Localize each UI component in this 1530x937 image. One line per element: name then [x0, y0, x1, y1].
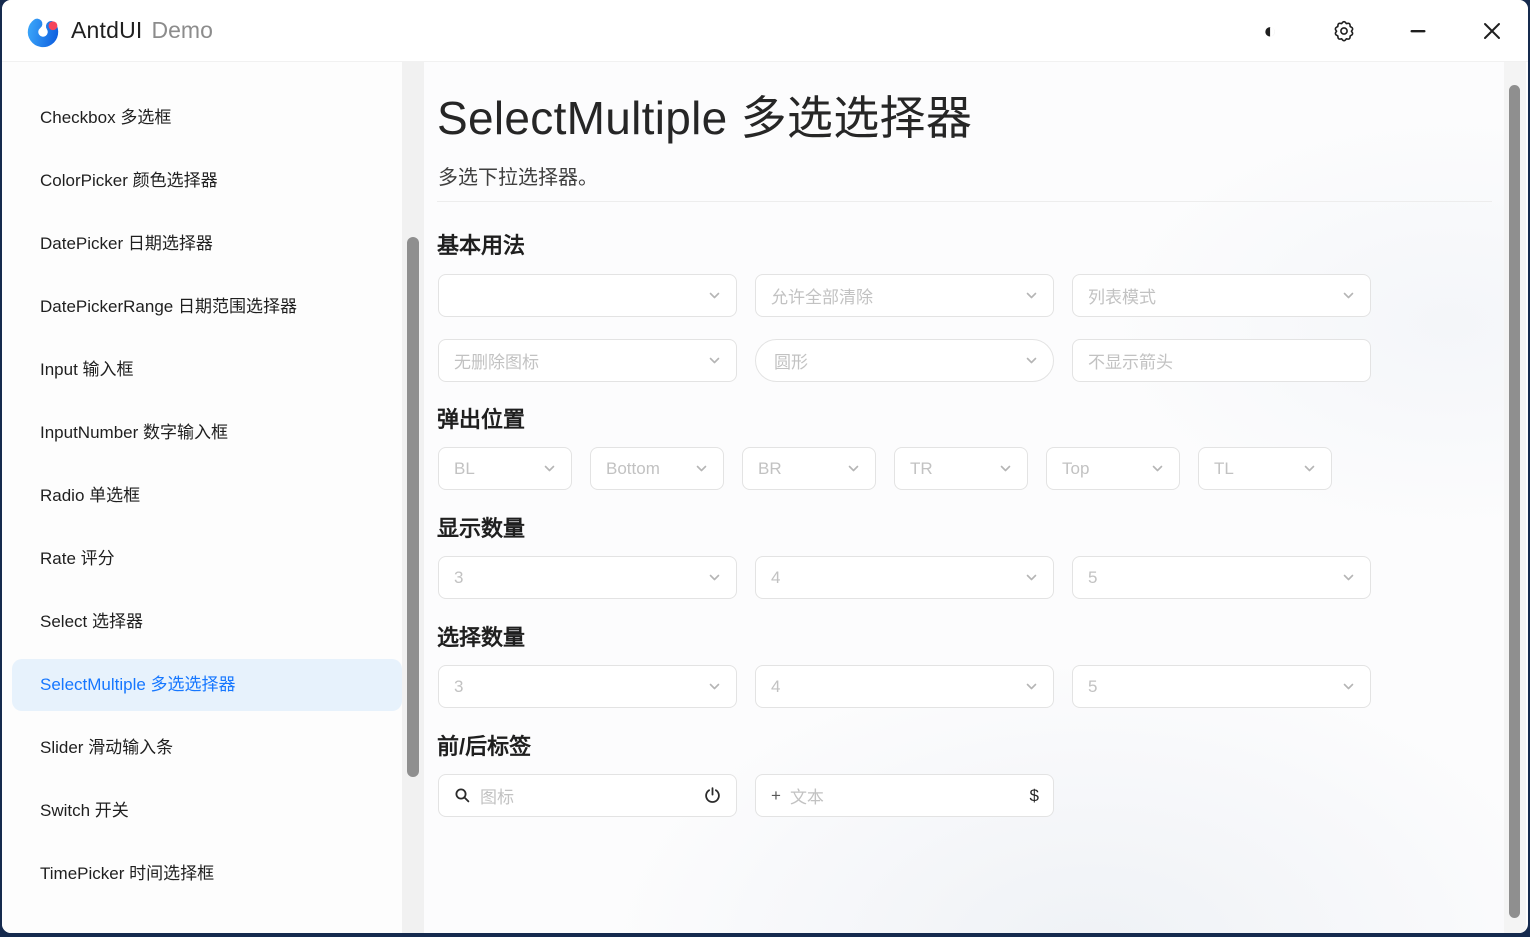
sidebar-scrollbar-thumb[interactable]	[407, 237, 419, 777]
chevron-down-icon	[1024, 353, 1039, 368]
chevron-down-icon	[1302, 461, 1317, 476]
chevron-down-icon	[1024, 679, 1039, 694]
select-placement-bottom[interactable]: Bottom	[590, 447, 724, 490]
close-icon[interactable]	[1468, 7, 1516, 55]
page-title: SelectMultiple 多选选择器	[437, 82, 972, 148]
select-display-count-4[interactable]: 4	[755, 556, 1054, 599]
section-title-affix: 前/后标签	[437, 729, 531, 761]
titlebar-controls: ◐	[1246, 7, 1516, 55]
page-description: 多选下拉选择器。	[438, 161, 598, 190]
antdui-logo-icon	[24, 12, 62, 50]
settings-gear-icon[interactable]	[1320, 7, 1368, 55]
sidebar-item-datepickerrange[interactable]: DatePickerRange 日期范围选择器	[2, 281, 402, 333]
sidebar-item-datepicker[interactable]: DatePicker 日期选择器	[2, 218, 402, 270]
sidebar-item-timepicker[interactable]: TimePicker 时间选择框	[2, 848, 402, 900]
sidebar-item-radio[interactable]: Radio 单选框	[2, 470, 402, 522]
sidebar-item-selectmultiple[interactable]: SelectMultiple 多选选择器	[12, 659, 402, 711]
suffix-dollar-label: $	[1030, 786, 1039, 806]
section-title-placement: 弹出位置	[437, 402, 525, 434]
chevron-down-icon	[707, 288, 722, 303]
sidebar: Checkbox 多选框 ColorPicker 颜色选择器 DatePicke…	[2, 62, 402, 933]
select-no-delete-icon[interactable]: 无删除图标	[438, 339, 737, 382]
chevron-down-icon	[707, 353, 722, 368]
select-basic-default[interactable]	[438, 274, 737, 317]
app-window: AntdUI Demo ◐ Checkbox 多选框 ColorPicke	[2, 0, 1528, 933]
titlebar: AntdUI Demo ◐	[2, 0, 1528, 62]
chevron-down-icon	[1341, 570, 1356, 585]
chevron-down-icon	[542, 461, 557, 476]
section-title-display-count: 显示数量	[437, 511, 525, 543]
sidebar-item-select[interactable]: Select 选择器	[2, 596, 402, 648]
chevron-down-icon	[846, 461, 861, 476]
section-title-select-count: 选择数量	[437, 620, 525, 652]
sidebar-item-slider[interactable]: Slider 滑动输入条	[2, 722, 402, 774]
sidebar-item-colorpicker[interactable]: ColorPicker 颜色选择器	[2, 155, 402, 207]
chevron-down-icon	[707, 679, 722, 694]
section-title-basic: 基本用法	[437, 228, 525, 260]
header-divider	[437, 201, 1492, 202]
chevron-down-icon	[1024, 288, 1039, 303]
minimize-icon[interactable]	[1394, 7, 1442, 55]
main-content: SelectMultiple 多选选择器 多选下拉选择器。 基本用法 允许全部清…	[424, 62, 1504, 933]
select-placement-tr[interactable]: TR	[894, 447, 1028, 490]
select-placement-bl[interactable]: BL	[438, 447, 572, 490]
select-placement-br[interactable]: BR	[742, 447, 876, 490]
sidebar-item-switch[interactable]: Switch 开关	[2, 785, 402, 837]
select-round-shape[interactable]: 圆形	[755, 339, 1054, 382]
select-affix-text[interactable]: + 文本 $	[755, 774, 1054, 817]
chevron-down-icon	[1341, 679, 1356, 694]
select-display-count-3[interactable]: 3	[438, 556, 737, 599]
sidebar-scrollbar-track[interactable]	[402, 62, 424, 933]
chevron-down-icon	[1024, 570, 1039, 585]
main-scrollbar-thumb[interactable]	[1509, 85, 1520, 918]
main-scrollbar-track[interactable]	[1504, 62, 1526, 933]
select-select-count-5[interactable]: 5	[1072, 665, 1371, 708]
app-title: AntdUI	[71, 17, 143, 44]
chevron-down-icon	[1150, 461, 1165, 476]
select-allow-clear[interactable]: 允许全部清除	[755, 274, 1054, 317]
search-icon	[454, 787, 471, 804]
power-icon	[703, 786, 722, 805]
prefix-plus-label: +	[771, 786, 781, 806]
theme-toggle-icon[interactable]: ◐	[1246, 7, 1294, 55]
select-select-count-4[interactable]: 4	[755, 665, 1054, 708]
select-affix-icons[interactable]: 图标	[438, 774, 737, 817]
select-display-count-5[interactable]: 5	[1072, 556, 1371, 599]
chevron-down-icon	[1341, 288, 1356, 303]
select-no-arrow[interactable]: 不显示箭头	[1072, 339, 1371, 382]
select-placement-tl[interactable]: TL	[1198, 447, 1332, 490]
sidebar-item-rate[interactable]: Rate 评分	[2, 533, 402, 585]
sidebar-item-checkbox[interactable]: Checkbox 多选框	[2, 92, 402, 144]
chevron-down-icon	[707, 570, 722, 585]
sidebar-item-inputnumber[interactable]: InputNumber 数字输入框	[2, 407, 402, 459]
select-placement-top[interactable]: Top	[1046, 447, 1180, 490]
select-list-mode[interactable]: 列表模式	[1072, 274, 1371, 317]
app-subtitle: Demo	[152, 17, 213, 44]
sidebar-item-input[interactable]: Input 输入框	[2, 344, 402, 396]
chevron-down-icon	[694, 461, 709, 476]
chevron-down-icon	[998, 461, 1013, 476]
select-select-count-3[interactable]: 3	[438, 665, 737, 708]
